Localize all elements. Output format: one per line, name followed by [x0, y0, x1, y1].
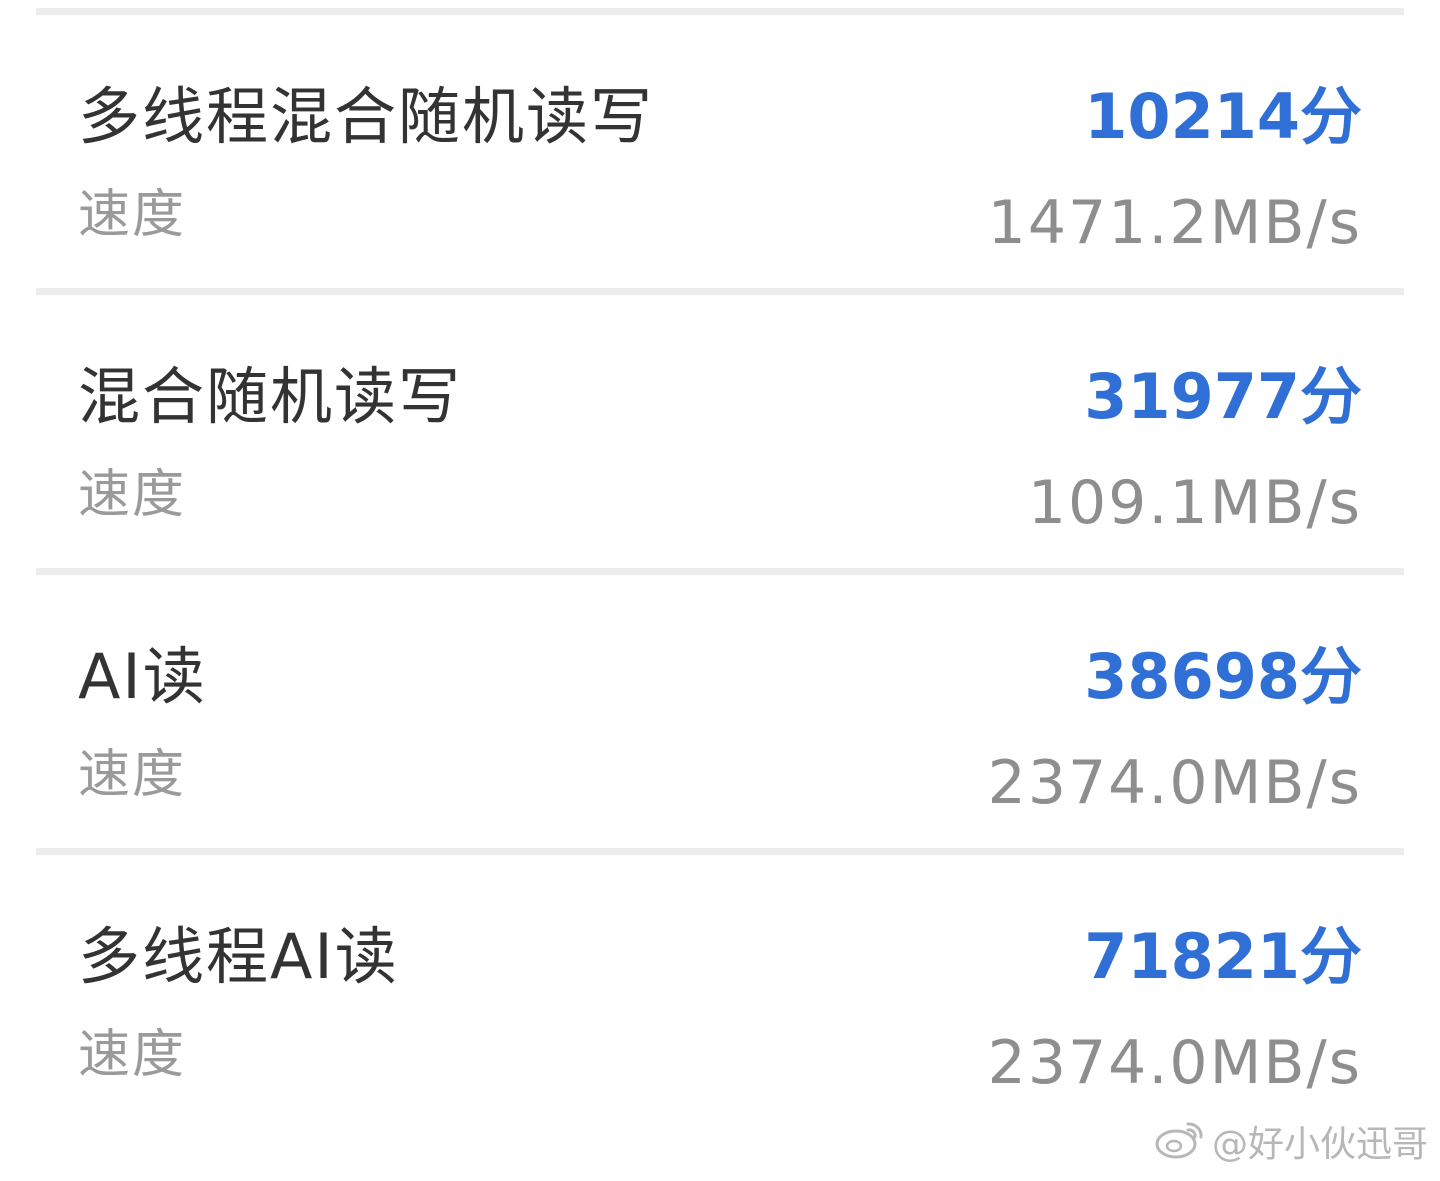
test-score: 71821分: [1084, 920, 1362, 993]
speed-label: 速度: [78, 745, 187, 805]
test-title: 多线程AI读: [78, 920, 399, 993]
watermark: @好小伙迅哥: [1154, 1118, 1428, 1171]
speed-value: 2374.0MB/s: [987, 748, 1362, 818]
speed-value: 2374.0MB/s: [987, 1028, 1362, 1098]
speed-label: 速度: [78, 185, 187, 245]
result-row-multithread-mixed-random-rw: 多线程混合随机读写 10214分 速度 1471.2MB/s: [0, 15, 1440, 295]
test-title: AI读: [78, 640, 207, 713]
benchmark-results-page: 多线程混合随机读写 10214分 速度 1471.2MB/s 混合随机读写 31…: [0, 0, 1440, 1181]
result-row-multithread-ai-read: 多线程AI读 71821分 速度 2374.0MB/s: [0, 855, 1440, 1135]
test-score: 10214分: [1084, 80, 1362, 153]
speed-label: 速度: [78, 465, 187, 525]
speed-value: 109.1MB/s: [1027, 468, 1362, 538]
divider: [36, 8, 1404, 15]
test-title: 多线程混合随机读写: [78, 80, 655, 153]
speed-value: 1471.2MB/s: [987, 188, 1362, 258]
test-score: 31977分: [1084, 360, 1362, 433]
test-title: 混合随机读写: [78, 360, 463, 433]
divider: [36, 568, 1404, 575]
weibo-logo-icon: [1154, 1118, 1206, 1171]
divider: [36, 288, 1404, 295]
speed-label: 速度: [78, 1025, 187, 1085]
watermark-text: @好小伙迅哥: [1211, 1123, 1428, 1165]
divider: [36, 848, 1404, 855]
result-row-ai-read: AI读 38698分 速度 2374.0MB/s: [0, 575, 1440, 855]
test-score: 38698分: [1084, 640, 1362, 713]
result-row-mixed-random-rw: 混合随机读写 31977分 速度 109.1MB/s: [0, 295, 1440, 575]
